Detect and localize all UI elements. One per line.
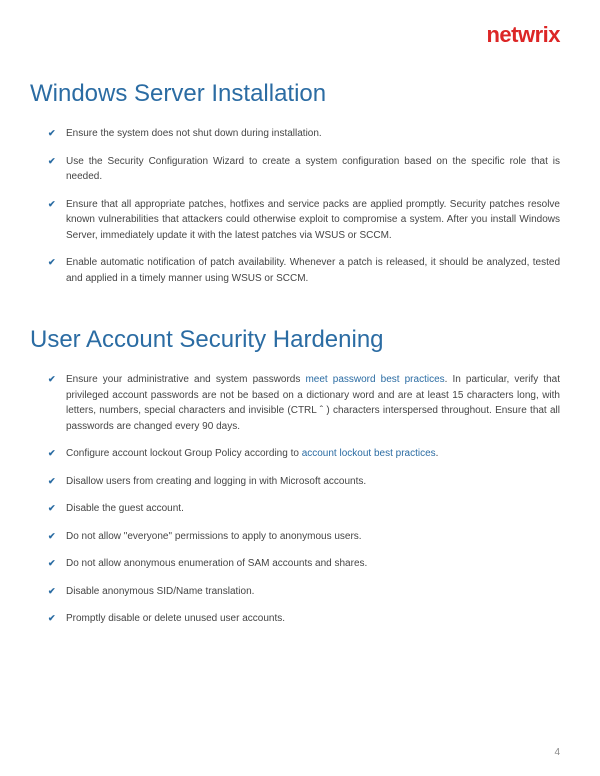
list-item: Ensure that all appropriate patches, hot… — [48, 197, 560, 244]
brand-logo: netwrix — [40, 22, 560, 48]
checklist: Ensure your administrative and system pa… — [40, 372, 560, 627]
list-item: Ensure the system does not shut down dur… — [48, 126, 560, 142]
list-item: Configure account lockout Group Policy a… — [48, 446, 560, 462]
text-post: . — [436, 448, 439, 459]
page-number: 4 — [554, 747, 560, 758]
list-item: Ensure your administrative and system pa… — [48, 372, 560, 434]
section-installation: Windows Server Installation Ensure the s… — [40, 80, 560, 286]
list-item: Disallow users from creating and logging… — [48, 474, 560, 490]
list-item: Promptly disable or delete unused user a… — [48, 611, 560, 627]
text-pre: Ensure your administrative and system pa… — [66, 374, 305, 385]
section-user-account: User Account Security Hardening Ensure y… — [40, 326, 560, 627]
link-lockout-practices[interactable]: account lockout best practices — [302, 448, 436, 459]
checklist: Ensure the system does not shut down dur… — [40, 126, 560, 286]
list-item: Do not allow "everyone" permissions to a… — [48, 529, 560, 545]
section-title: Windows Server Installation — [30, 80, 560, 108]
section-title: User Account Security Hardening — [30, 326, 560, 354]
link-password-practices[interactable]: meet password best practices — [305, 374, 444, 385]
text-pre: Configure account lockout Group Policy a… — [66, 448, 302, 459]
list-item: Disable the guest account. — [48, 501, 560, 517]
list-item: Disable anonymous SID/Name translation. — [48, 584, 560, 600]
list-item: Do not allow anonymous enumeration of SA… — [48, 556, 560, 572]
list-item: Enable automatic notification of patch a… — [48, 255, 560, 286]
list-item: Use the Security Configuration Wizard to… — [48, 154, 560, 185]
